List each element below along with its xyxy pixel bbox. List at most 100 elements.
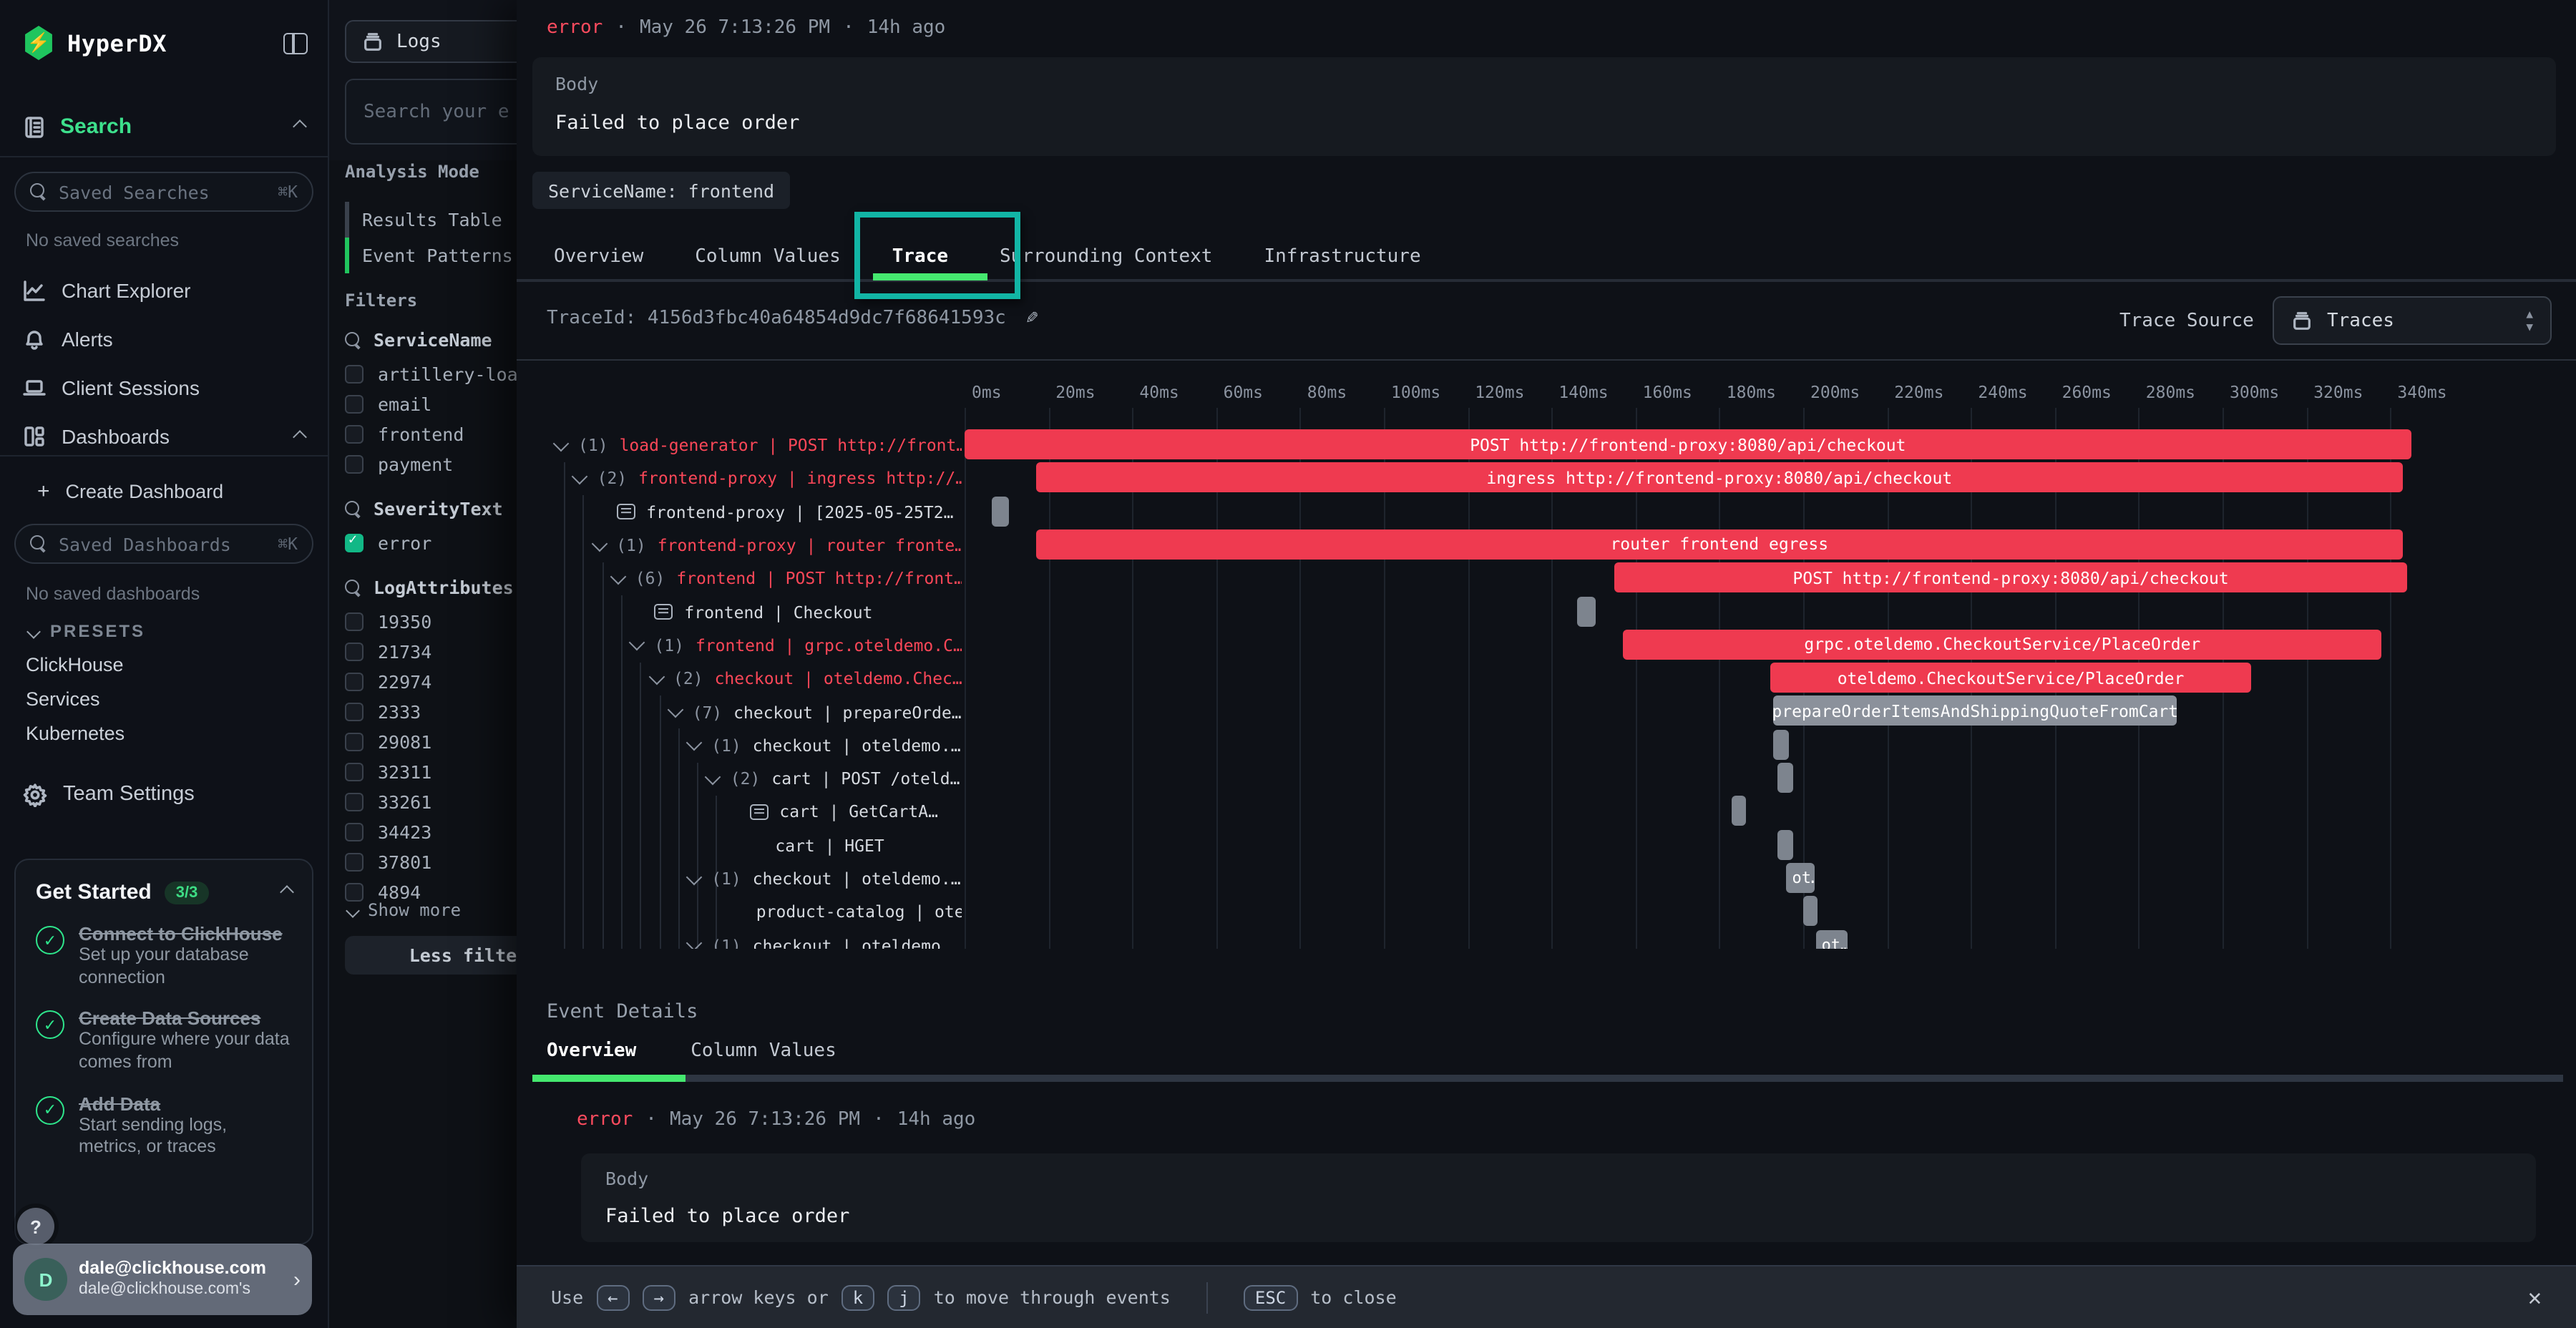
sidebar-item-services[interactable]: Services xyxy=(0,681,328,716)
tab-overview[interactable]: Overview xyxy=(554,245,643,267)
checkbox[interactable] xyxy=(345,883,364,902)
span-marker[interactable]: ot… xyxy=(1787,863,1815,893)
span-tree-row[interactable]: (2)checkout | oteldemo.Chec… xyxy=(517,662,962,695)
span-marker[interactable] xyxy=(992,496,1008,526)
chevron-down-icon[interactable] xyxy=(686,869,703,885)
chevron-up-icon[interactable] xyxy=(293,119,307,134)
checkbox-checked[interactable] xyxy=(345,534,364,552)
span-tree-row[interactable]: (1)checkout | oteldemo.… xyxy=(517,728,962,762)
filter-checkbox-row[interactable]: 32311 xyxy=(345,757,518,787)
sidebar-item-client-sessions[interactable]: Client Sessions xyxy=(0,366,328,409)
error-span-bar[interactable]: POST http://frontend-proxy:8080/api/chec… xyxy=(965,429,2411,459)
sidebar-item-clickhouse[interactable]: ClickHouse xyxy=(0,647,328,681)
checkbox[interactable] xyxy=(345,395,364,414)
filter-checkbox-row[interactable]: 2333 xyxy=(345,697,518,727)
tab-ed-column-values[interactable]: Column Values xyxy=(691,1040,836,1062)
chevron-down-icon[interactable] xyxy=(686,935,703,949)
checkbox[interactable] xyxy=(345,365,364,384)
create-dashboard-button[interactable]: + Create Dashboard xyxy=(14,469,246,512)
tab-column-values[interactable]: Column Values xyxy=(695,245,841,267)
chevron-down-icon[interactable] xyxy=(610,568,626,585)
analysis-mode-option[interactable]: Event Patterns xyxy=(345,238,518,273)
filter-checkbox-row[interactable]: payment xyxy=(345,449,518,479)
filter-checkbox-row[interactable]: 37801 xyxy=(345,847,518,877)
span-tree-row[interactable]: (7)checkout | prepareOrde… xyxy=(517,695,962,729)
filter-checkbox-row[interactable]: 33261 xyxy=(345,787,518,817)
sidebar-item-alerts[interactable]: Alerts xyxy=(0,318,328,361)
span-marker[interactable] xyxy=(1803,896,1818,926)
chevron-down-icon[interactable] xyxy=(648,668,665,685)
saved-searches-input[interactable]: Saved Searches ⌘K xyxy=(14,172,313,212)
span-marker[interactable] xyxy=(1732,796,1747,826)
span-tree-row[interactable]: cart | GetCartA… xyxy=(517,796,962,829)
filter-checkbox-row[interactable]: 29081 xyxy=(345,727,518,757)
help-button[interactable]: ? xyxy=(17,1208,54,1245)
span-tree-row[interactable]: (1)frontend-proxy | router fronte… xyxy=(517,529,962,562)
sidebar-collapse-icon[interactable] xyxy=(283,32,308,54)
filter-checkbox-row[interactable]: 22974 xyxy=(345,667,518,697)
span-tree-row[interactable]: (1)checkout | oteldemo.… xyxy=(517,929,962,949)
tab-ed-overview[interactable]: Overview xyxy=(547,1040,636,1062)
source-select-button[interactable]: Logs xyxy=(345,20,518,63)
chevron-down-icon[interactable] xyxy=(629,635,645,652)
sidebar-item-dashboards[interactable]: Dashboards xyxy=(0,415,328,458)
search-icon[interactable] xyxy=(345,331,362,348)
span-tree-row[interactable]: product-catalog | ote… xyxy=(517,895,962,929)
filter-checkbox-row[interactable]: 19350 xyxy=(345,607,518,637)
span-tree-row[interactable]: (1)load-generator | POST http://front… xyxy=(517,429,962,462)
span-tree-row[interactable]: (2)cart | POST /oteld… xyxy=(517,762,962,796)
checkbox[interactable] xyxy=(345,823,364,841)
user-menu[interactable]: D dale@clickhouse.com dale@clickhouse.co… xyxy=(13,1244,312,1315)
checkbox[interactable] xyxy=(345,612,364,631)
checkbox[interactable] xyxy=(345,455,364,474)
error-span-bar[interactable]: oteldemo.CheckoutService/PlaceOrder xyxy=(1770,663,2252,693)
analysis-mode-option[interactable]: Results Table xyxy=(345,202,518,238)
checkbox[interactable] xyxy=(345,763,364,781)
filter-checkbox-row[interactable]: 34423 xyxy=(345,817,518,847)
error-span-bar[interactable]: router frontend egress xyxy=(1036,529,2403,560)
span-tree-row[interactable]: (6)frontend | POST http://front… xyxy=(517,562,962,595)
span-marker[interactable] xyxy=(1778,763,1793,793)
checkbox[interactable] xyxy=(345,673,364,691)
get-started-item[interactable]: ✓ Connect to ClickHouse Set up your data… xyxy=(36,923,292,990)
span-marker[interactable] xyxy=(1577,596,1596,626)
chevron-down-icon[interactable] xyxy=(591,535,608,552)
close-icon[interactable]: ✕ xyxy=(2528,1284,2542,1311)
checkbox[interactable] xyxy=(345,643,364,661)
span-marker[interactable] xyxy=(1774,729,1789,759)
span-tree-row[interactable]: cart | HGET xyxy=(517,829,962,862)
span-marker[interactable]: ot… xyxy=(1816,929,1848,949)
tab-surrounding-context[interactable]: Surrounding Context xyxy=(1000,245,1212,267)
trace-source-select[interactable]: Traces ▲▼ xyxy=(2273,296,2552,345)
get-started-item[interactable]: ✓ Create Data Sources Configure where yo… xyxy=(36,1008,292,1075)
event-search-input[interactable]: Search your e xyxy=(345,79,518,145)
less-filters-button[interactable]: Less filters xyxy=(345,936,518,975)
saved-dashboards-input[interactable]: Saved Dashboards ⌘K xyxy=(14,524,313,564)
sidebar-item-kubernetes[interactable]: Kubernetes xyxy=(0,716,328,750)
sidebar-item-chart-explorer[interactable]: Chart Explorer xyxy=(0,269,328,312)
service-name-chip[interactable]: ServiceName: frontend xyxy=(532,172,790,209)
chevron-up-icon[interactable] xyxy=(280,885,294,899)
chevron-down-icon[interactable] xyxy=(572,469,588,485)
chevron-down-icon[interactable] xyxy=(686,735,703,751)
filter-checkbox-row[interactable]: email xyxy=(345,389,518,419)
checkbox[interactable] xyxy=(345,793,364,811)
span-marker[interactable] xyxy=(1778,829,1793,859)
error-span-bar[interactable]: ingress http://frontend-proxy:8080/api/c… xyxy=(1036,463,2403,493)
error-span-bar[interactable]: grpc.oteldemo.CheckoutService/PlaceOrder xyxy=(1623,630,2382,660)
tab-infrastructure[interactable]: Infrastructure xyxy=(1264,245,1420,267)
checkbox[interactable] xyxy=(345,853,364,872)
checkbox[interactable] xyxy=(345,733,364,751)
filter-checkbox-row[interactable]: frontend xyxy=(345,419,518,449)
span-tree-row[interactable]: frontend | Checkout xyxy=(517,595,962,629)
span-tree-row[interactable]: (2)frontend-proxy | ingress http://… xyxy=(517,462,962,496)
span-tree-row[interactable]: (1)checkout | oteldemo.… xyxy=(517,862,962,896)
span-tree-row[interactable]: (1)frontend | grpc.oteldemo.C… xyxy=(517,629,962,663)
filter-checkbox-row[interactable]: artillery-loa xyxy=(345,359,518,389)
filter-checkbox-row[interactable]: 21734 xyxy=(345,637,518,667)
filter-checkbox-row[interactable]: error xyxy=(345,528,518,558)
timeline-pane[interactable]: POST http://frontend-proxy:8080/api/chec… xyxy=(962,408,2576,949)
error-span-bar[interactable]: POST http://frontend-proxy:8080/api/chec… xyxy=(1614,562,2407,592)
show-more-button[interactable]: Show more xyxy=(348,900,461,920)
search-icon[interactable] xyxy=(345,579,362,596)
